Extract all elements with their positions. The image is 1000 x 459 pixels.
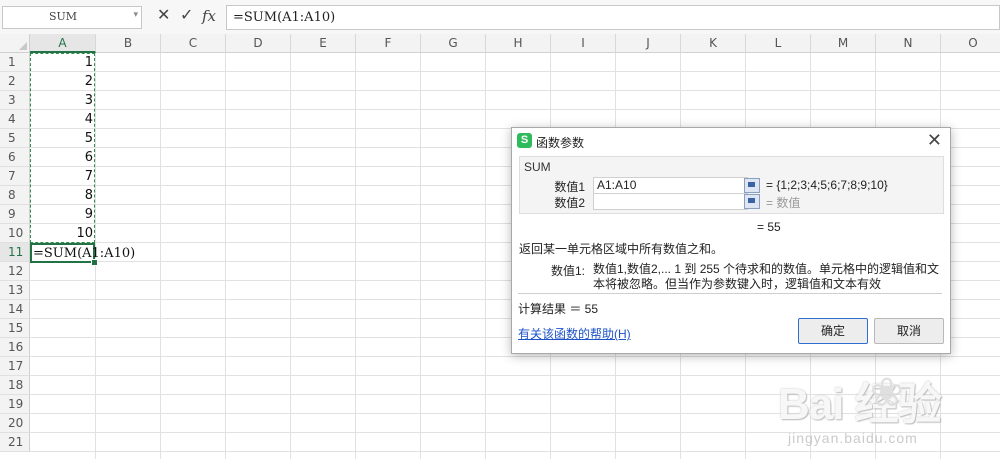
grid-line [485, 53, 486, 459]
active-cell-text: =SUM(A1:A10) [33, 246, 136, 261]
function-arguments-dialog: S 函数参数 ✕ SUM 数值1 A1:A10 = {1;2;3;4;5;6;7… [511, 127, 951, 354]
close-icon[interactable]: ✕ [927, 130, 942, 151]
formula-text: =SUM(A1:A10) [233, 10, 336, 25]
row-header-6[interactable]: 6 [0, 148, 30, 167]
app-logo-icon: S [517, 133, 532, 148]
param-label: 数值1: [551, 264, 586, 278]
row-header-1[interactable]: 1 [0, 53, 30, 72]
row-header-3[interactable]: 3 [0, 91, 30, 110]
watermark-url: jingyan.baidu.com [788, 430, 918, 446]
watermark-brand: Bai 经验 [778, 380, 942, 429]
formula-bar: SUM ▾ ✕ ✓ fx =SUM(A1:A10) [0, 0, 1000, 35]
calculation-result: 计算结果 ＝ 55 [518, 302, 599, 316]
row-header-21[interactable]: 21 [0, 433, 30, 452]
column-header-l[interactable]: L [746, 34, 811, 53]
collapse-dialog-icon[interactable] [744, 178, 760, 193]
grid-line [30, 109, 1000, 110]
column-header-m[interactable]: M [811, 34, 876, 53]
function-args-group: SUM 数值1 A1:A10 = {1;2;3;4;5;6;7;8;9;10} … [519, 156, 944, 214]
name-box-value: SUM [48, 10, 78, 23]
row-header-18[interactable]: 18 [0, 376, 30, 395]
column-header-d[interactable]: D [226, 34, 291, 53]
range-marquee-a1-a10 [30, 53, 95, 243]
chevron-down-icon[interactable]: ▾ [133, 10, 138, 20]
row-header-2[interactable]: 2 [0, 72, 30, 91]
cancel-icon[interactable]: ✕ [157, 7, 170, 25]
active-cell-a11[interactable]: =SUM(A1:A10) [30, 243, 135, 263]
row-header-10[interactable]: 10 [0, 224, 30, 243]
row-header-9[interactable]: 9 [0, 205, 30, 224]
row-header-12[interactable]: 12 [0, 262, 30, 281]
paw-logo-icon: ❀ [870, 371, 904, 415]
function-description: 返回某一单元格区域中所有数值之和。 [519, 242, 724, 256]
param-description: 数值1,数值2,... 1 到 255 个待求和的数值。单元格中的逻辑值和文本将… [593, 262, 940, 291]
arg1-label: 数值1 [554, 180, 585, 194]
dialog-title-bar[interactable]: S 函数参数 ✕ [512, 128, 950, 154]
row-header-4[interactable]: 4 [0, 110, 30, 129]
column-header-n[interactable]: N [876, 34, 941, 53]
column-header-o[interactable]: O [941, 34, 1000, 53]
column-header-g[interactable]: G [421, 34, 486, 53]
row-header-8[interactable]: 8 [0, 186, 30, 205]
row-header-15[interactable]: 15 [0, 319, 30, 338]
fx-icon[interactable]: fx [202, 7, 216, 25]
collapse-dialog-icon[interactable] [744, 194, 760, 209]
ok-button[interactable]: 确定 [798, 318, 868, 344]
column-header-j[interactable]: J [616, 34, 681, 53]
cancel-button[interactable]: 取消 [874, 318, 944, 344]
name-box[interactable]: SUM ▾ [2, 6, 142, 29]
column-header-f[interactable]: F [356, 34, 421, 53]
arg2-label: 数值2 [554, 196, 585, 210]
column-header-e[interactable]: E [291, 34, 356, 53]
column-header-c[interactable]: C [161, 34, 226, 53]
row-header-7[interactable]: 7 [0, 167, 30, 186]
row-header-16[interactable]: 16 [0, 338, 30, 357]
column-header-a[interactable]: A [30, 34, 96, 53]
row-header-19[interactable]: 19 [0, 395, 30, 414]
formula-input[interactable]: =SUM(A1:A10) [226, 5, 1000, 30]
dialog-title: 函数参数 [536, 136, 585, 150]
grid-line [355, 53, 356, 459]
help-link[interactable]: 有关该函数的帮助(H) [518, 325, 631, 342]
arg2-result: = 数值 [766, 196, 801, 210]
grid-line [290, 53, 291, 459]
fill-handle[interactable] [91, 259, 98, 266]
row-header-20[interactable]: 20 [0, 414, 30, 433]
row-header-11[interactable]: 11 [0, 243, 30, 262]
formula-result-preview: = 55 [757, 220, 781, 234]
arg2-input[interactable] [593, 193, 748, 210]
grid-line [160, 53, 161, 459]
grid-line [30, 90, 1000, 91]
row-header-5[interactable]: 5 [0, 129, 30, 148]
function-name: SUM [524, 160, 551, 174]
arg1-input[interactable]: A1:A10 [593, 177, 748, 194]
grid-line [30, 71, 1000, 72]
row-header-17[interactable]: 17 [0, 357, 30, 376]
column-header-h[interactable]: H [486, 34, 551, 53]
grid-line [30, 356, 1000, 357]
confirm-icon[interactable]: ✓ [180, 7, 193, 25]
column-header-b[interactable]: B [96, 34, 161, 53]
column-header-i[interactable]: I [551, 34, 616, 53]
arg1-result: = {1;2;3;4;5;6;7;8;9;10} [766, 178, 888, 192]
grid-line [420, 53, 421, 459]
row-header-14[interactable]: 14 [0, 300, 30, 319]
divider [518, 293, 942, 294]
row-header-13[interactable]: 13 [0, 281, 30, 300]
column-header-k[interactable]: K [681, 34, 746, 53]
baidu-jingyan-watermark: Bai 经验 ❀ jingyan.baidu.com [778, 368, 998, 456]
select-all-corner[interactable] [0, 34, 30, 53]
grid-line [225, 53, 226, 459]
